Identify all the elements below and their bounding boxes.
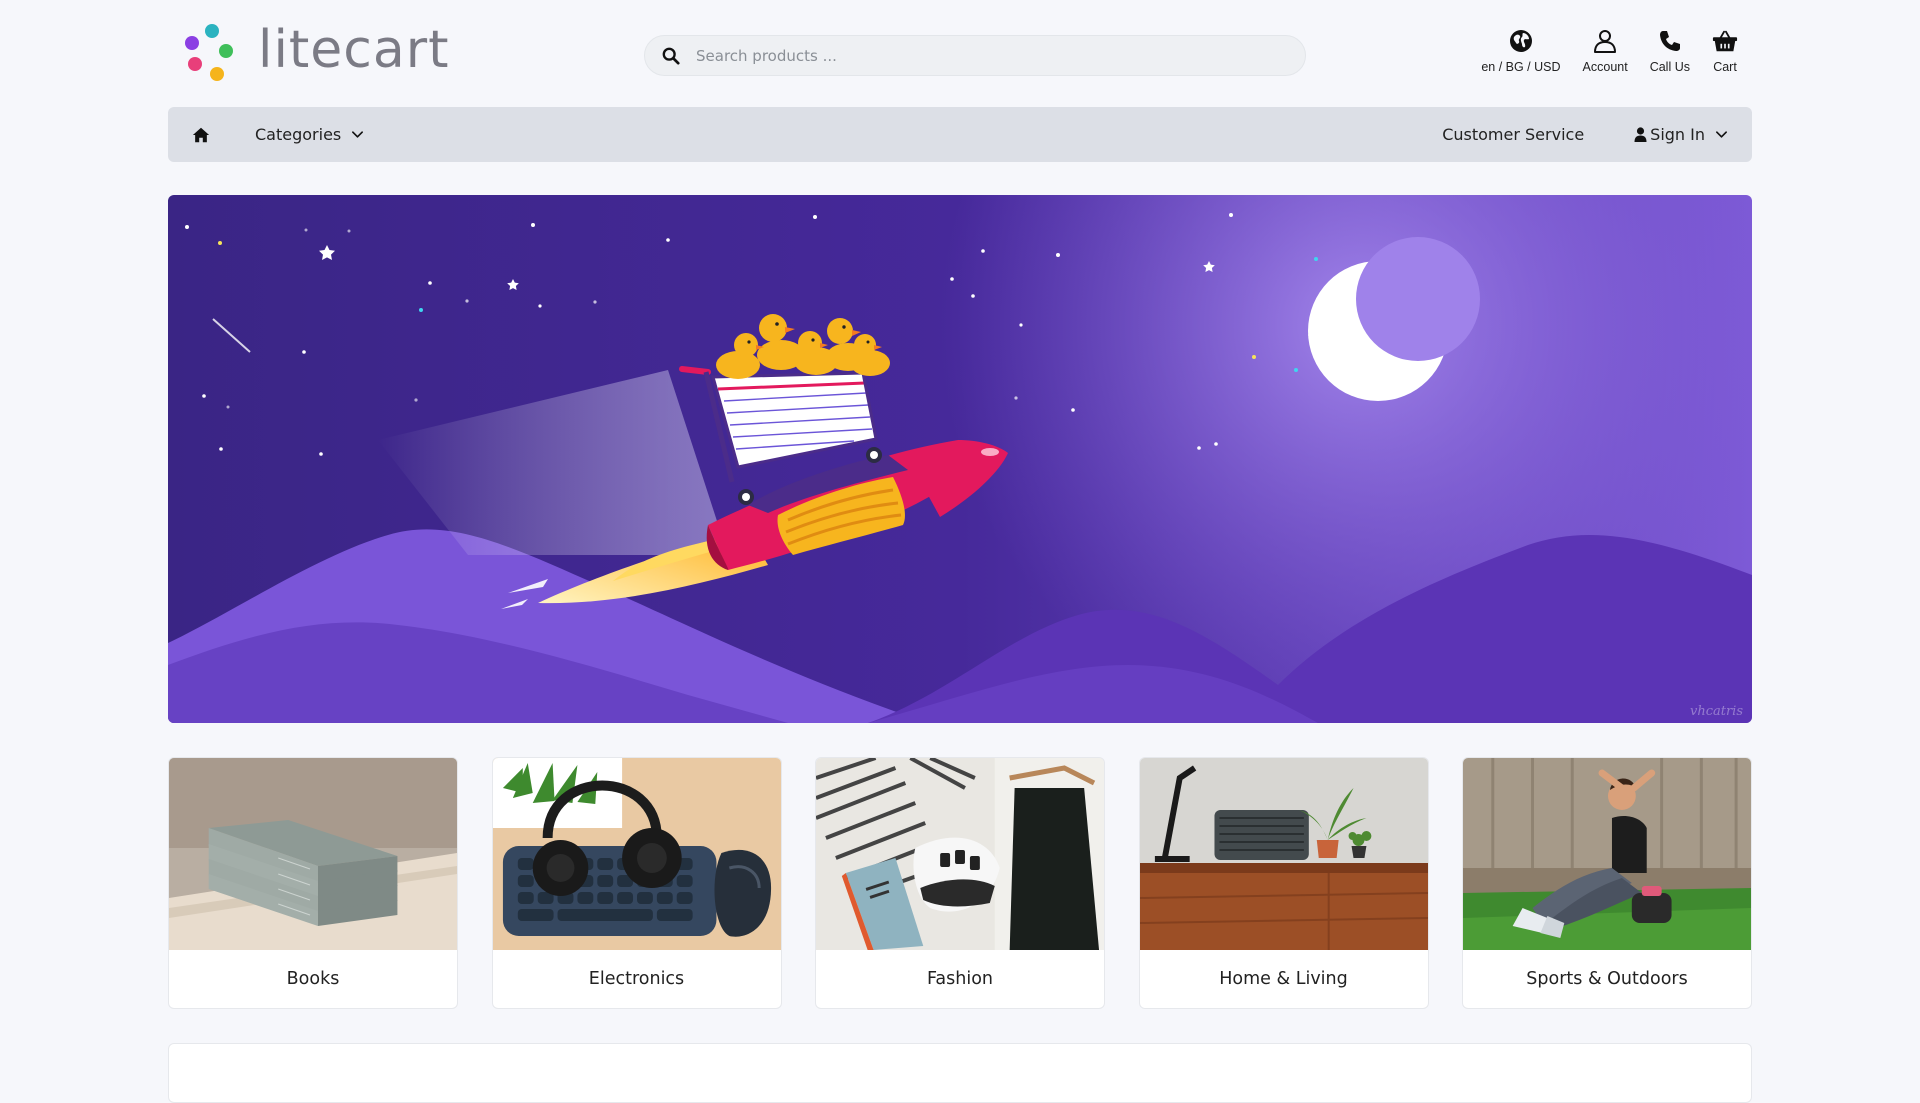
region-label: en / BG / USD bbox=[1481, 60, 1561, 74]
nav-right-group: Customer Service Sign In bbox=[1442, 125, 1728, 144]
customer-service-link[interactable]: Customer Service bbox=[1442, 125, 1584, 144]
chevron-down-icon bbox=[1716, 131, 1727, 138]
category-card-home-living[interactable]: Home & Living bbox=[1138, 757, 1429, 1009]
hero-banner[interactable]: vhcatris bbox=[168, 195, 1752, 723]
site-header: litecart en / BG / USD Account bbox=[168, 0, 1752, 107]
phone-icon bbox=[1659, 31, 1680, 51]
category-label: Books bbox=[286, 969, 340, 989]
category-card-fashion[interactable]: Fashion bbox=[815, 757, 1105, 1009]
category-card-books[interactable]: Books bbox=[168, 757, 458, 1009]
category-grid: Books Electronics Fashion Home & Living … bbox=[168, 757, 1752, 1009]
categories-label: Categories bbox=[255, 125, 342, 144]
globe-icon bbox=[1509, 30, 1532, 52]
basket-icon bbox=[1712, 30, 1738, 52]
electronics-image bbox=[492, 758, 781, 950]
category-label: Electronics bbox=[588, 969, 685, 989]
call-us-label: Call Us bbox=[1649, 60, 1690, 74]
region-selector[interactable]: en / BG / USD bbox=[1481, 28, 1561, 74]
home-living-image bbox=[1139, 758, 1428, 950]
books-image bbox=[169, 758, 457, 950]
brand-logo[interactable]: litecart bbox=[184, 20, 450, 82]
content-card bbox=[168, 1043, 1752, 1103]
category-label: Home & Living bbox=[1219, 969, 1348, 989]
sports-outdoors-image bbox=[1463, 758, 1751, 950]
account-link[interactable]: Account bbox=[1583, 28, 1628, 74]
category-label: Fashion bbox=[926, 969, 994, 989]
account-label: Account bbox=[1582, 60, 1628, 74]
search-bar bbox=[644, 35, 1306, 76]
chevron-down-icon bbox=[352, 131, 364, 138]
header-icons: en / BG / USD Account Call Us Cart bbox=[1459, 28, 1738, 74]
category-card-electronics[interactable]: Electronics bbox=[491, 757, 782, 1009]
category-card-sports-outdoors[interactable]: Sports & Outdoors bbox=[1462, 757, 1752, 1009]
banner-credit: vhcatris bbox=[1690, 704, 1743, 719]
brand-name: litecart bbox=[258, 20, 450, 80]
category-label: Sports & Outdoors bbox=[1526, 969, 1688, 989]
main-navigation: Categories Customer Service Sign In bbox=[168, 107, 1752, 162]
search-input[interactable] bbox=[696, 46, 1256, 65]
fashion-image bbox=[816, 758, 1104, 950]
search-icon[interactable] bbox=[662, 47, 680, 65]
cart-label: Cart bbox=[1713, 60, 1737, 74]
logo-dots-icon bbox=[185, 24, 233, 81]
sign-in-label: Sign In bbox=[1650, 125, 1705, 144]
call-us-link[interactable]: Call Us bbox=[1650, 28, 1690, 74]
user-solid-icon bbox=[1634, 127, 1647, 142]
customer-service-label: Customer Service bbox=[1442, 125, 1585, 144]
categories-dropdown[interactable]: Categories bbox=[255, 125, 364, 144]
user-icon bbox=[1594, 30, 1617, 53]
home-icon[interactable] bbox=[192, 126, 210, 144]
rocket-cart-illustration: vhcatris bbox=[168, 195, 1752, 723]
cart-link[interactable]: Cart bbox=[1712, 28, 1738, 74]
sign-in-dropdown[interactable]: Sign In bbox=[1634, 125, 1728, 144]
